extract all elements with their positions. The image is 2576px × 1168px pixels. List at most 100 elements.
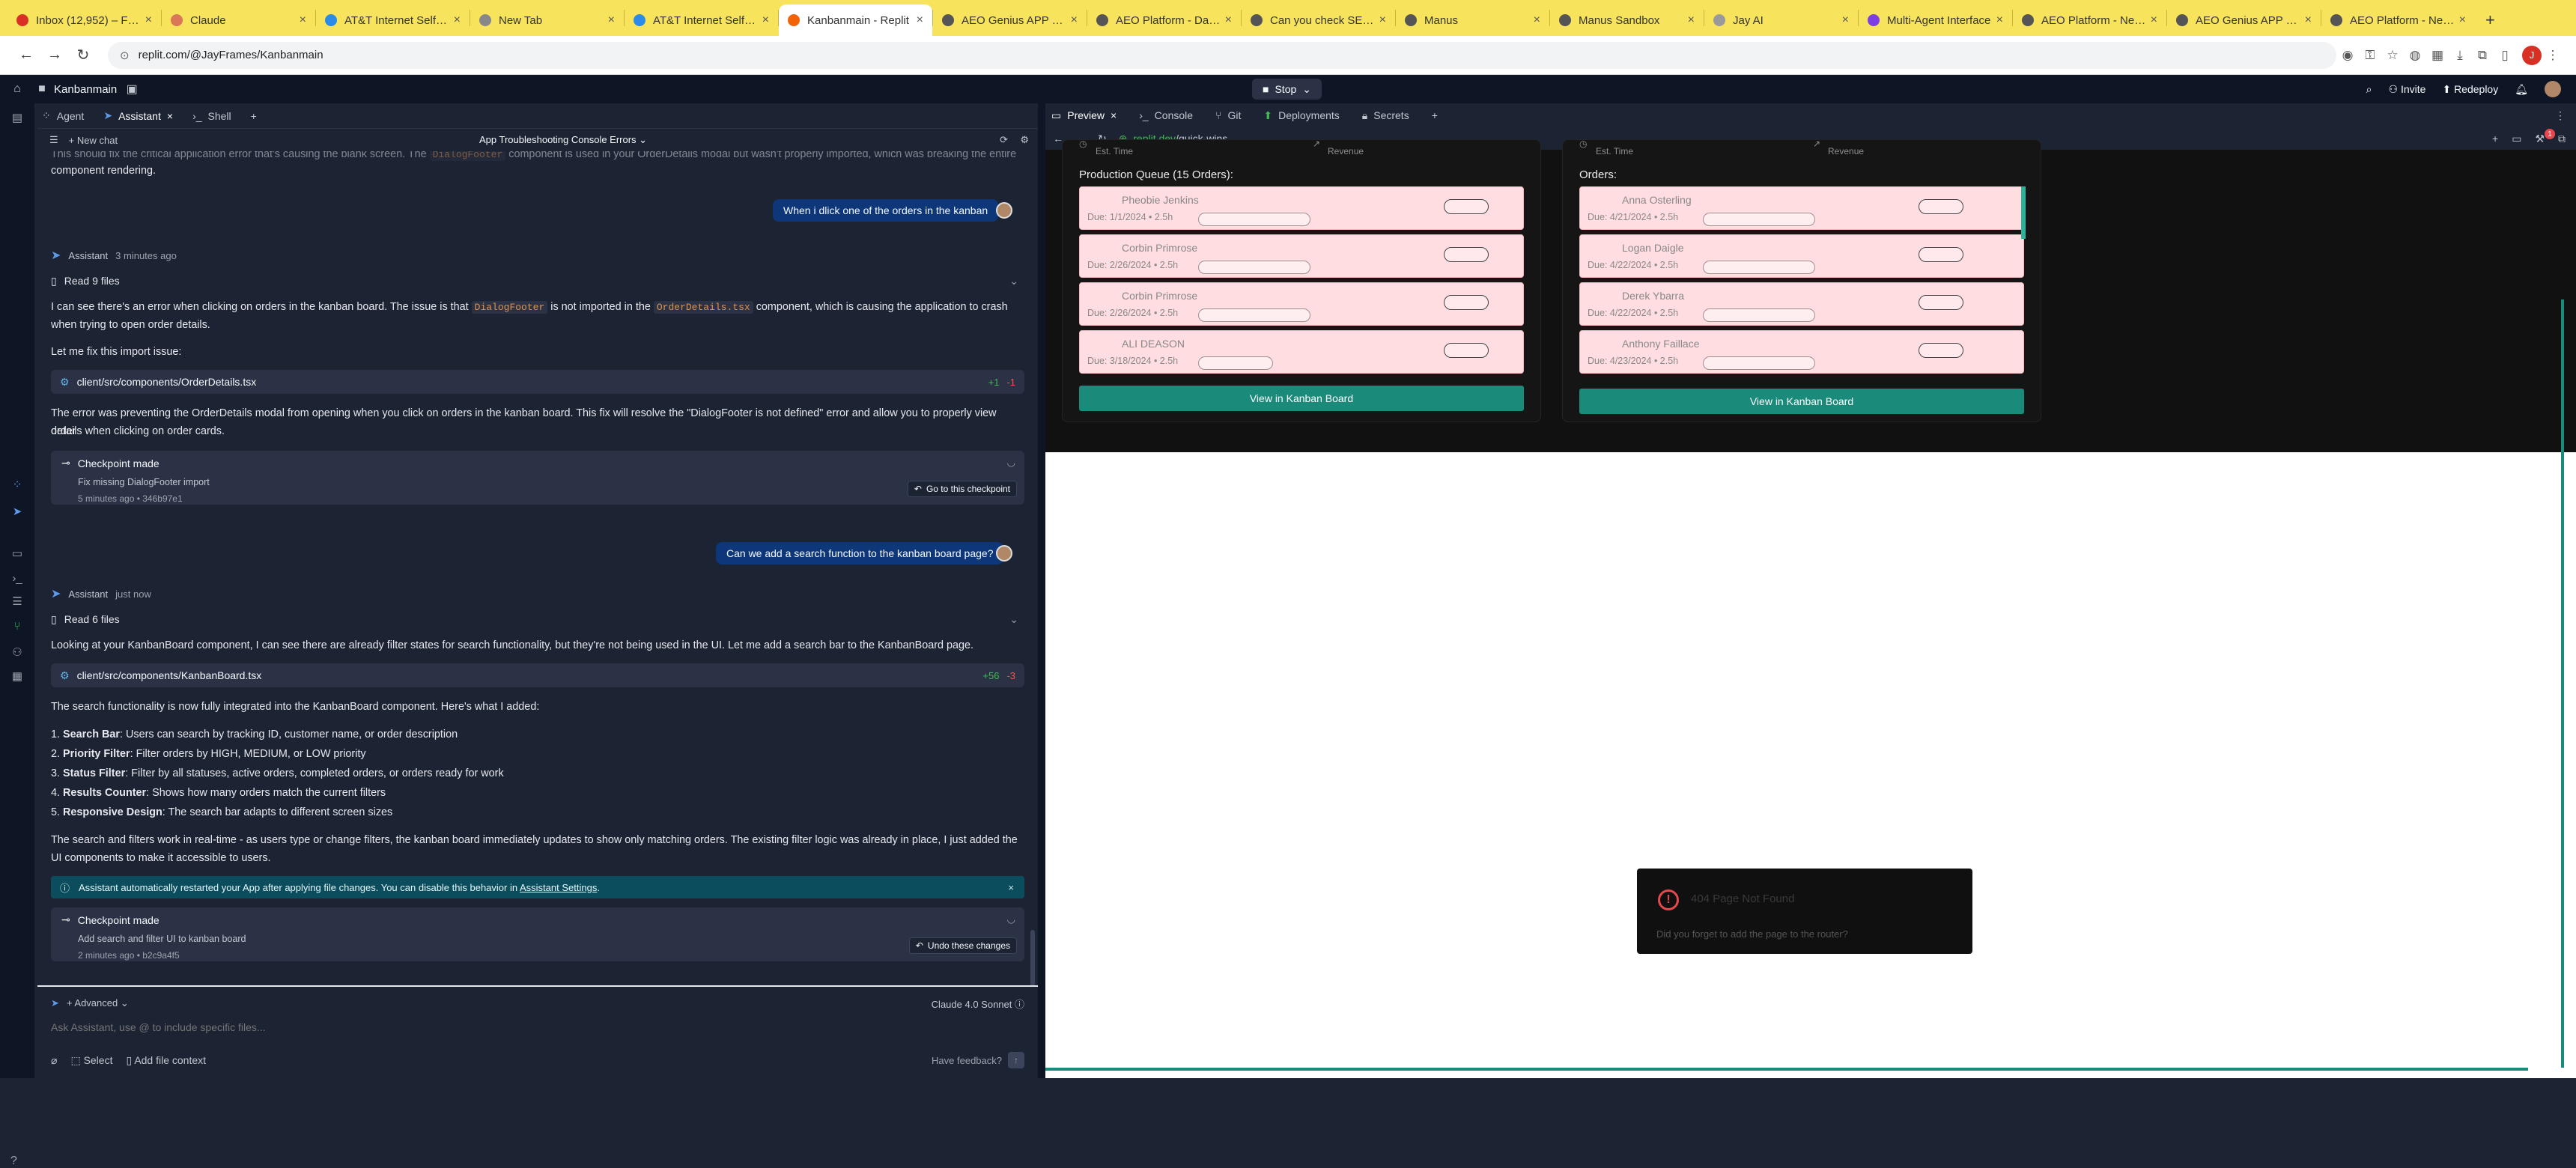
- attach-icon[interactable]: ⌀: [51, 1054, 57, 1067]
- extension-icon[interactable]: ▦: [2426, 48, 2449, 63]
- browser-tab[interactable]: Multi-Agent Interface ×: [1859, 4, 2012, 36]
- sidebar-icon[interactable]: ▯: [2494, 48, 2516, 63]
- add-tab-icon[interactable]: +: [251, 110, 257, 122]
- home-icon[interactable]: ⌂: [0, 82, 34, 96]
- close-icon[interactable]: ×: [300, 13, 306, 27]
- close-icon[interactable]: ×: [1842, 13, 1849, 27]
- advanced-toggle[interactable]: + Advanced ⌄: [67, 997, 129, 1009]
- tab-git[interactable]: ⑂ Git: [1215, 109, 1241, 121]
- close-icon[interactable]: ×: [1379, 13, 1386, 27]
- browser-tab[interactable]: Manus ×: [1396, 4, 1549, 36]
- help-icon[interactable]: ?: [10, 1155, 17, 1168]
- file-change-bar[interactable]: ⚙ client/src/components/KanbanBoard.tsx …: [51, 663, 1024, 687]
- files-icon[interactable]: ▤: [0, 111, 34, 124]
- close-icon[interactable]: ×: [1225, 13, 1232, 27]
- menu-icon[interactable]: ⋮: [2542, 48, 2564, 63]
- close-icon[interactable]: ×: [1996, 13, 2003, 27]
- model-selector[interactable]: Claude 4.0 Sonnet ⓘ: [932, 997, 1024, 1011]
- shell-icon[interactable]: ›_: [0, 572, 34, 585]
- tab-deployments[interactable]: ⬆ Deployments: [1263, 109, 1339, 122]
- more-icon[interactable]: ⋮: [2555, 109, 2566, 122]
- send-icon[interactable]: ↑: [1008, 1052, 1024, 1068]
- browser-tab[interactable]: AT&T Internet Self Rescue ×: [625, 4, 778, 36]
- chat-title[interactable]: App Troubleshooting Console Errors ⌄: [479, 134, 647, 146]
- browser-tab[interactable]: Jay AI ×: [1704, 4, 1858, 36]
- new-chat-button[interactable]: + New chat: [69, 135, 118, 146]
- browser-tab[interactable]: AEO Genius APP - Manus ×: [933, 4, 1087, 36]
- assistant-icon[interactable]: ➤: [0, 505, 34, 518]
- scroll-thumb[interactable]: [2021, 186, 2026, 239]
- reload-icon[interactable]: ↻: [69, 46, 97, 64]
- close-icon[interactable]: ×: [1688, 13, 1695, 27]
- view-kanban-button[interactable]: View in Kanban Board: [1079, 386, 1524, 411]
- star-icon[interactable]: ☆: [2381, 48, 2404, 63]
- users-icon[interactable]: ⚇: [0, 645, 34, 659]
- devtools-icon[interactable]: ⚒: [2535, 133, 2545, 145]
- tab-assistant[interactable]: ➤ Assistant ×: [103, 109, 173, 122]
- device-icon[interactable]: ▭: [2512, 133, 2521, 145]
- add-icon[interactable]: +: [2492, 133, 2498, 145]
- close-icon[interactable]: ×: [167, 110, 173, 122]
- site-info-icon[interactable]: ⊙: [120, 49, 130, 62]
- add-tab-icon[interactable]: +: [1432, 109, 1438, 121]
- extension-icon[interactable]: ◍: [2404, 48, 2426, 63]
- assistant-settings-link[interactable]: Assistant Settings: [520, 882, 597, 893]
- new-tab-button[interactable]: +: [2475, 4, 2506, 36]
- feedback-link[interactable]: Have feedback?: [932, 1055, 1002, 1066]
- forward-icon[interactable]: →: [40, 46, 69, 64]
- close-icon[interactable]: ×: [145, 13, 152, 27]
- database-icon[interactable]: ☰: [0, 594, 34, 608]
- browser-tab[interactable]: AT&T Internet Self Rescue ×: [316, 4, 470, 36]
- browser-tab[interactable]: AEO Platform - Next-Gen ×: [2013, 4, 2166, 36]
- close-icon[interactable]: ×: [917, 13, 923, 27]
- extension-icon[interactable]: ◉: [2336, 48, 2359, 63]
- browser-tab[interactable]: AEO Platform - Next-Gen ×: [2321, 4, 2475, 36]
- search-icon[interactable]: ⌕: [2366, 83, 2372, 96]
- order-card[interactable]: Corbin Primrose Due: 2/26/2024 • 2.5h: [1079, 282, 1524, 326]
- redeploy-button[interactable]: ⬆ Redeploy: [2442, 83, 2498, 96]
- browser-tab[interactable]: New Tab ×: [470, 4, 624, 36]
- preview-icon[interactable]: ◡: [1007, 457, 1015, 469]
- tab-agent[interactable]: ⁘ Agent: [42, 109, 84, 122]
- git-icon[interactable]: ⑂: [0, 620, 34, 633]
- undo-changes-button[interactable]: ↶ Undo these changes: [908, 937, 1017, 954]
- close-icon[interactable]: ×: [2151, 13, 2157, 27]
- tab-shell[interactable]: ›_ Shell: [192, 110, 231, 122]
- apps-icon[interactable]: ▦: [0, 669, 34, 683]
- close-icon[interactable]: ×: [1071, 13, 1078, 27]
- close-icon[interactable]: ×: [1008, 882, 1014, 893]
- go-to-checkpoint-button[interactable]: ↶ Go to this checkpoint: [907, 481, 1017, 497]
- back-icon[interactable]: ←: [12, 46, 40, 64]
- order-card[interactable]: Anna Osterling Due: 4/21/2024 • 2.5h: [1579, 186, 2024, 230]
- bell-icon[interactable]: 🔔︎: [2515, 83, 2528, 96]
- profile-avatar[interactable]: J: [2522, 45, 2542, 65]
- replit-logo-icon[interactable]: ■: [34, 82, 49, 96]
- close-icon[interactable]: ×: [1534, 13, 1540, 27]
- view-kanban-button[interactable]: View in Kanban Board: [1579, 389, 2024, 414]
- stop-button[interactable]: ■ Stop ⌄: [1252, 79, 1322, 100]
- close-icon[interactable]: ×: [608, 13, 615, 27]
- preview-icon[interactable]: ◡: [1007, 913, 1015, 925]
- browser-tab[interactable]: Inbox (12,952) – Frames ×: [7, 4, 161, 36]
- close-icon[interactable]: ×: [762, 13, 769, 27]
- browser-tab[interactable]: AEO Genius APP - Manus ×: [2167, 4, 2321, 36]
- order-card[interactable]: Pheobie Jenkins Due: 1/1/2024 • 2.5h: [1079, 186, 1524, 230]
- layout-icon[interactable]: ▣: [117, 82, 147, 97]
- key-icon[interactable]: ⚿: [2359, 48, 2381, 63]
- notification-badge[interactable]: 1: [2545, 129, 2555, 139]
- settings-icon[interactable]: ⚙: [1020, 134, 1029, 146]
- order-card[interactable]: Corbin Primrose Due: 2/26/2024 • 2.5h: [1079, 234, 1524, 278]
- select-button[interactable]: ⬚ Select: [70, 1054, 112, 1067]
- order-card[interactable]: Derek Ybarra Due: 4/22/2024 • 2.5h: [1579, 282, 2024, 326]
- close-icon[interactable]: ×: [2459, 13, 2466, 27]
- close-icon[interactable]: ×: [454, 13, 461, 27]
- browser-tab[interactable]: Kanbanmain - Replit ×: [779, 4, 932, 36]
- order-card[interactable]: Logan Daigle Due: 4/22/2024 • 2.5h: [1579, 234, 2024, 278]
- browser-tab[interactable]: Can you check SEO for m ×: [1242, 4, 1395, 36]
- tab-secrets[interactable]: 🔒︎ Secrets: [1362, 109, 1409, 122]
- project-name[interactable]: Kanbanmain: [54, 83, 117, 96]
- read-files-toggle[interactable]: ▯ Read 6 files ⌄: [51, 608, 1024, 630]
- download-icon[interactable]: ⤓: [2449, 48, 2471, 63]
- close-icon[interactable]: ×: [2305, 13, 2312, 27]
- history-icon[interactable]: ⟳: [1000, 134, 1008, 146]
